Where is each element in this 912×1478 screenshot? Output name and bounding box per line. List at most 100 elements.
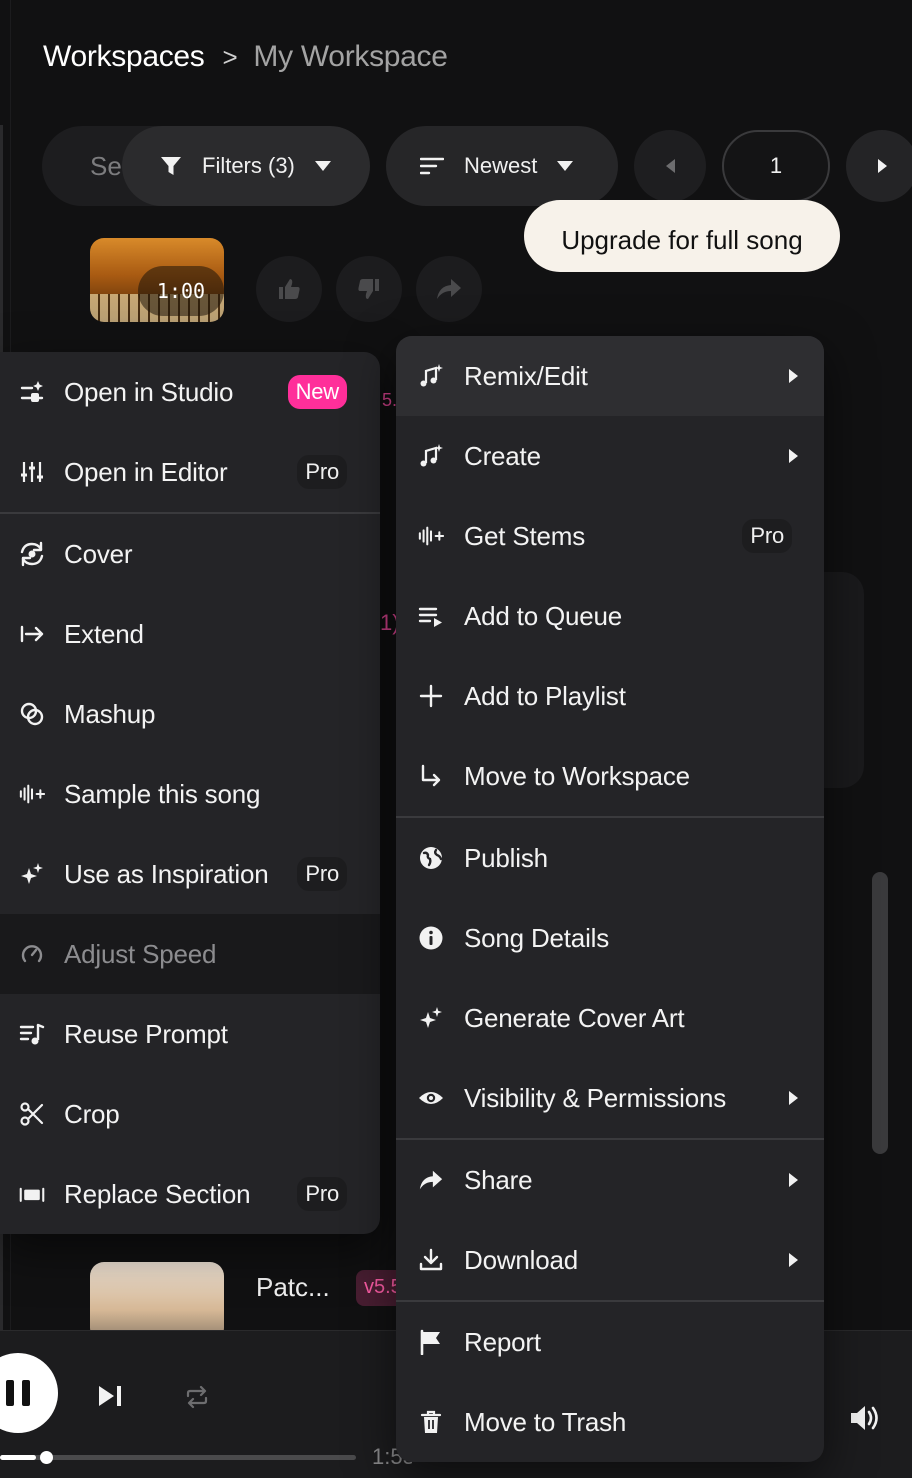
mashup-icon <box>19 701 45 727</box>
scrollbar-thumb[interactable] <box>872 872 888 1154</box>
arrow-left-icon <box>665 159 675 173</box>
submenu-arrow-icon <box>789 1173 798 1187</box>
menu-item-song-details[interactable]: Song Details <box>396 898 824 978</box>
pro-badge: Pro <box>742 519 792 553</box>
previous-page-button[interactable] <box>634 130 706 202</box>
share-icon <box>418 1167 444 1193</box>
like-button[interactable] <box>256 256 322 322</box>
menu-item-mashup[interactable]: Mashup <box>0 674 380 754</box>
page-number-input[interactable]: 1 <box>722 130 830 202</box>
menu-item-label: Download <box>464 1244 579 1275</box>
menu-item-crop[interactable]: Crop <box>0 1074 380 1154</box>
menu-item-cover[interactable]: Cover <box>0 514 380 594</box>
queue-icon <box>418 603 444 629</box>
song-title[interactable]: Patc... <box>256 1272 330 1303</box>
page-number: 1 <box>769 153 783 178</box>
reuse-prompt-icon <box>19 1021 45 1047</box>
skip-next-button[interactable] <box>96 1382 126 1415</box>
menu-item-label: Mashup <box>64 698 156 729</box>
download-icon <box>418 1247 444 1273</box>
waveform-plus-icon <box>19 781 45 807</box>
flag-icon <box>418 1329 444 1355</box>
breadcrumb-current: My Workspace <box>253 40 448 73</box>
cover-icon <box>19 541 45 567</box>
menu-item-label: Add to Playlist <box>464 680 626 711</box>
skip-next-icon <box>99 1386 121 1406</box>
stems-icon <box>418 523 444 549</box>
arrow-right-icon <box>877 159 887 173</box>
replace-section-icon <box>19 1181 45 1207</box>
menu-item-download[interactable]: Download <box>396 1220 824 1300</box>
menu-item-use-as-inspiration[interactable]: Use as Inspiration Pro <box>0 834 380 914</box>
menu-item-add-to-queue[interactable]: Add to Queue <box>396 576 824 656</box>
menu-item-generate-cover-art[interactable]: Generate Cover Art <box>396 978 824 1058</box>
song-context-menu-secondary: Remix/Edit Create Get Stems Pro Add to Q… <box>396 336 824 1462</box>
volume-button[interactable] <box>848 1402 882 1439</box>
volume-icon <box>851 1406 878 1430</box>
menu-item-label: Get Stems <box>464 520 586 551</box>
menu-item-label: Crop <box>64 1098 120 1129</box>
menu-item-label: Adjust Speed <box>64 938 217 969</box>
menu-item-add-to-playlist[interactable]: Add to Playlist <box>396 656 824 736</box>
studio-icon <box>19 379 45 405</box>
menu-item-label: Visibility & Permissions <box>464 1082 727 1113</box>
menu-item-report[interactable]: Report <box>396 1302 824 1382</box>
menu-item-visibility-permissions[interactable]: Visibility & Permissions <box>396 1058 824 1138</box>
menu-item-move-to-workspace[interactable]: Move to Workspace <box>396 736 824 816</box>
menu-item-label: Reuse Prompt <box>64 1018 228 1049</box>
progress-fill <box>0 1455 36 1460</box>
globe-icon <box>418 845 444 871</box>
menu-item-open-in-editor[interactable]: Open in Editor Pro <box>0 432 380 512</box>
menu-item-open-in-studio[interactable]: Open in Studio New <box>0 352 380 432</box>
share-song-button[interactable] <box>416 256 482 322</box>
menu-item-sample-this-song[interactable]: Sample this song <box>0 754 380 834</box>
menu-item-adjust-speed[interactable]: Adjust Speed <box>0 914 380 994</box>
song-context-menu-primary: Open in Studio New Open in Editor Pro Co… <box>0 352 380 1234</box>
pro-badge: Pro <box>297 1177 347 1211</box>
trash-icon <box>418 1409 444 1435</box>
menu-item-label: Open in Studio <box>64 376 234 407</box>
menu-item-label: Remix/Edit <box>464 360 588 391</box>
search-placeholder: Se <box>90 150 122 181</box>
menu-item-label: Add to Queue <box>464 600 623 631</box>
filters-label: Filters (3) <box>202 153 295 178</box>
menu-item-label: Share <box>464 1164 533 1195</box>
share-arrow-icon <box>437 279 461 299</box>
breadcrumb-workspaces-link[interactable]: Workspaces <box>43 40 205 74</box>
extend-icon <box>19 621 45 647</box>
submenu-arrow-icon <box>789 1091 798 1105</box>
progress-knob[interactable] <box>40 1451 53 1464</box>
menu-item-label: Song Details <box>464 922 610 953</box>
upgrade-full-song-button[interactable]: Upgrade for full song <box>524 200 840 272</box>
song-duration: 1:00 <box>138 266 224 316</box>
menu-item-label: Extend <box>64 618 144 649</box>
menu-item-share[interactable]: Share <box>396 1140 824 1220</box>
menu-item-extend[interactable]: Extend <box>0 594 380 674</box>
menu-item-publish[interactable]: Publish <box>396 818 824 898</box>
menu-item-label: Sample this song <box>64 778 261 809</box>
menu-item-label: Report <box>464 1326 541 1357</box>
filters-button[interactable]: Filters (3) <box>122 126 370 206</box>
repeat-button[interactable] <box>184 1384 210 1415</box>
thumbs-down-icon <box>358 279 379 299</box>
chevron-right-icon: > <box>222 41 238 72</box>
scissors-icon <box>19 1101 45 1127</box>
menu-item-label: Move to Trash <box>464 1406 627 1437</box>
menu-item-remix-edit[interactable]: Remix/Edit <box>396 336 824 416</box>
menu-item-reuse-prompt[interactable]: Reuse Prompt <box>0 994 380 1074</box>
menu-item-label: Move to Workspace <box>464 760 690 791</box>
menu-item-get-stems[interactable]: Get Stems Pro <box>396 496 824 576</box>
sort-dropdown[interactable]: Newest <box>386 126 618 206</box>
pro-badge: Pro <box>297 857 347 891</box>
pro-badge: Pro <box>297 455 347 489</box>
menu-item-move-to-trash[interactable]: Move to Trash <box>396 1382 824 1462</box>
dislike-button[interactable] <box>336 256 402 322</box>
menu-item-label: Cover <box>64 538 133 569</box>
menu-item-label: Open in Editor <box>64 456 228 487</box>
next-page-button[interactable] <box>846 130 912 202</box>
progress-track[interactable] <box>0 1455 356 1460</box>
menu-item-create[interactable]: Create <box>396 416 824 496</box>
chevron-down-icon <box>557 161 574 171</box>
menu-item-label: Publish <box>464 842 548 873</box>
menu-item-replace-section[interactable]: Replace Section Pro <box>0 1154 380 1234</box>
